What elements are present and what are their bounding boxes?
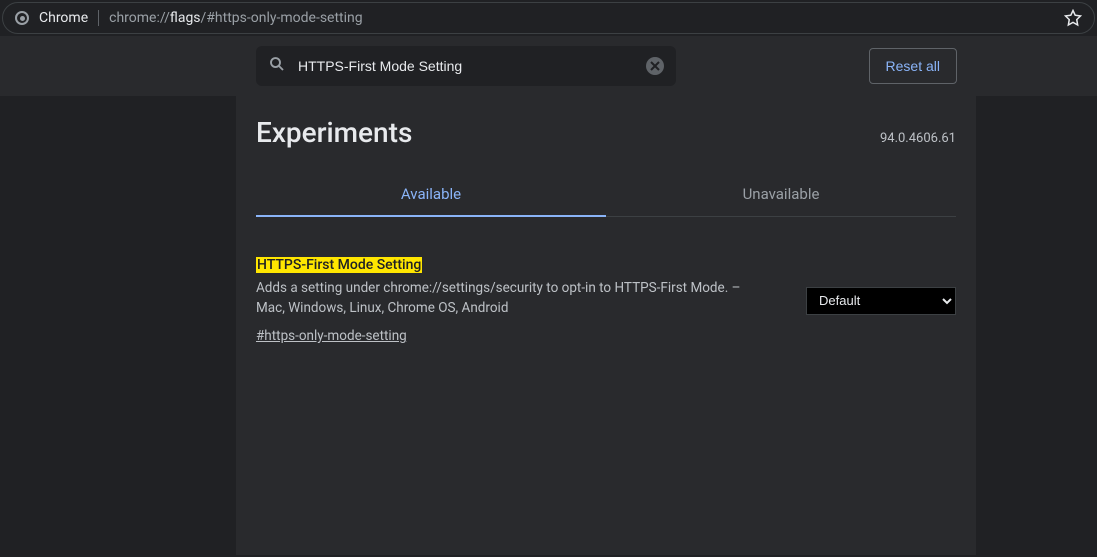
address-bar[interactable]: Chrome chrome://flags/#https-only-mode-s…: [2, 2, 1095, 34]
bookmark-star-icon[interactable]: [1064, 9, 1082, 27]
tab-available[interactable]: Available: [256, 173, 606, 217]
flag-title: HTTPS-First Mode Setting: [256, 257, 766, 273]
flag-description: Adds a setting under chrome://settings/s…: [256, 279, 766, 318]
toolbar: Reset all: [0, 36, 1097, 96]
url-path: /#https-only-mode-setting: [201, 10, 363, 26]
url-display[interactable]: chrome://flags/#https-only-mode-setting: [109, 10, 363, 26]
url-host: flags: [170, 10, 201, 26]
search-box: [256, 46, 676, 86]
browser-name: Chrome: [39, 10, 99, 26]
page-title: Experiments: [256, 116, 412, 149]
tab-bar: Available Unavailable: [256, 173, 956, 217]
chrome-logo-icon: [15, 11, 29, 25]
search-input[interactable]: [298, 58, 634, 74]
clear-search-icon[interactable]: [646, 57, 664, 75]
flag-state-select[interactable]: Default: [806, 287, 956, 315]
tab-unavailable[interactable]: Unavailable: [606, 173, 956, 216]
flag-hash-link[interactable]: #https-only-mode-setting: [256, 328, 407, 344]
reset-all-button[interactable]: Reset all: [869, 48, 957, 84]
content-panel: Experiments 94.0.4606.61 Available Unava…: [236, 96, 976, 555]
search-icon: [268, 55, 286, 77]
version-label: 94.0.4606.61: [880, 131, 956, 146]
url-scheme: chrome://: [109, 10, 170, 26]
flag-item: HTTPS-First Mode Setting Adds a setting …: [256, 257, 956, 344]
